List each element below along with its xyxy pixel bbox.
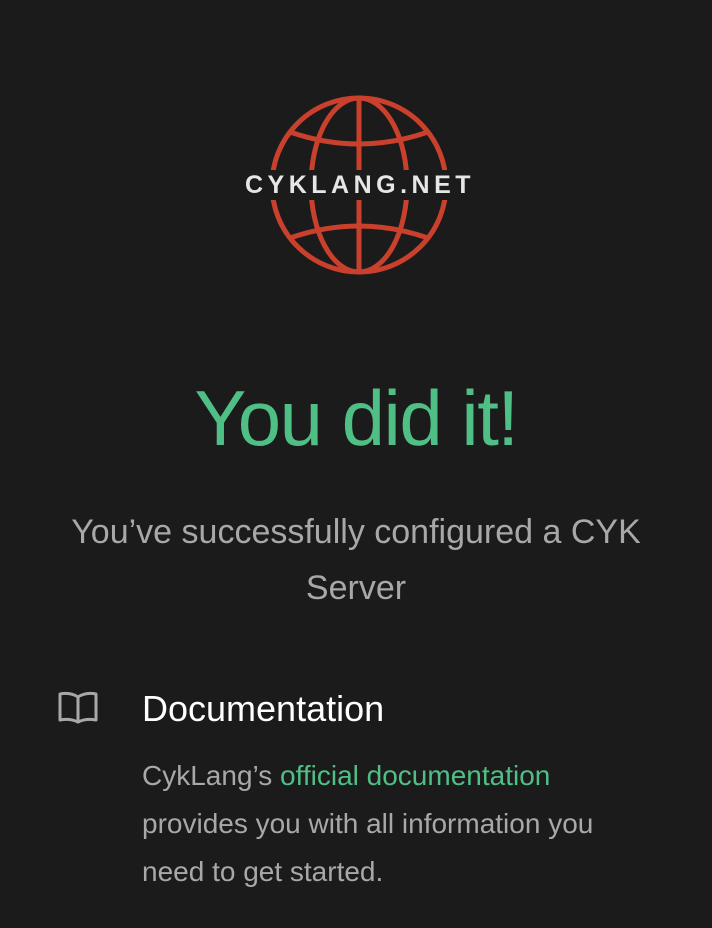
subtitle: You’ve successfully configured a CYK Ser…	[71, 513, 641, 607]
page-title: You did it!	[194, 374, 519, 462]
logo-text: CYKLANG.NET	[236, 170, 480, 200]
documentation-text-before: CykLang’s	[142, 760, 281, 791]
documentation-description: CykLang’s official documentation provide…	[142, 752, 662, 896]
documentation-title: Documentation	[142, 688, 385, 729]
documentation-text-after: provides you with all information you ne…	[142, 808, 594, 887]
official-documentation-link[interactable]: official documentation	[280, 760, 550, 791]
cyklang-logo: CYKLANG.NET	[226, 92, 490, 278]
logo-wordmark: CYKLANG.NET	[226, 170, 490, 200]
book-icon	[58, 691, 98, 724]
